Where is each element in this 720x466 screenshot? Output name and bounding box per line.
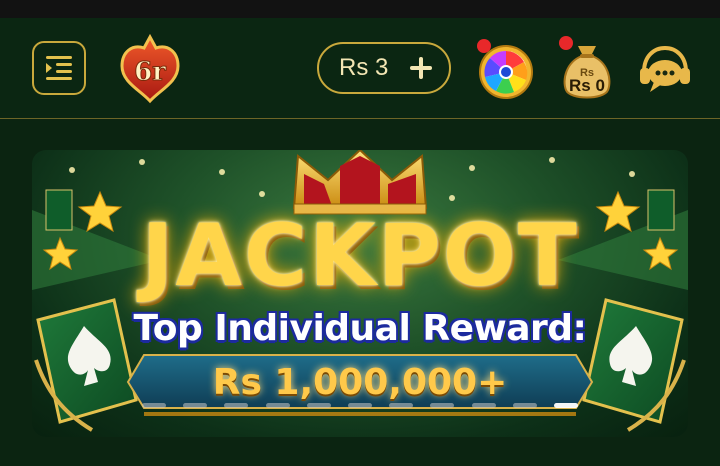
- status-bar: [0, 0, 720, 18]
- carousel-indicators: [142, 401, 578, 409]
- carousel-dot[interactable]: [347, 402, 372, 408]
- carousel-dot[interactable]: [430, 402, 455, 408]
- balance-amount: Rs 3: [339, 54, 389, 81]
- carousel-dot[interactable]: [265, 402, 290, 408]
- carousel-dot[interactable]: [224, 402, 249, 408]
- carousel-dot[interactable]: [389, 402, 414, 408]
- lucky-wheel-button[interactable]: [474, 38, 536, 100]
- reward-amount: Rs 1,000,000+: [212, 362, 508, 403]
- menu-button[interactable]: [32, 41, 86, 95]
- menu-icon: [46, 56, 72, 80]
- carousel-dot[interactable]: [512, 402, 537, 408]
- jackpot-headline: JACKPOT: [141, 206, 579, 306]
- plus-icon[interactable]: [407, 54, 435, 82]
- brand-logo[interactable]: 6r: [116, 33, 184, 104]
- lucky-wheel-icon: [477, 39, 533, 99]
- carousel-dot[interactable]: [471, 402, 496, 408]
- jackpot-banner[interactable]: JACKPOT Top Individual Reward: Rs 1,000,…: [32, 150, 688, 437]
- carousel-dot-active[interactable]: [553, 402, 578, 408]
- bonus-bag-amount: Rs 0: [569, 76, 605, 95]
- reward-subtitle: Top Individual Reward:: [133, 308, 587, 349]
- carousel-dot[interactable]: [306, 402, 331, 408]
- customer-support-button[interactable]: [636, 42, 694, 100]
- carousel-dot[interactable]: [183, 402, 208, 408]
- bonus-bag-button[interactable]: Rs Rs 0: [556, 36, 618, 102]
- carousel-dot[interactable]: [142, 402, 166, 408]
- customer-support-icon: [640, 45, 690, 92]
- wallet-balance-button[interactable]: Rs 3: [317, 42, 451, 94]
- logo-text: 6r: [134, 57, 166, 87]
- top-header: 6r Rs 3 Rs Rs 0: [0, 18, 720, 119]
